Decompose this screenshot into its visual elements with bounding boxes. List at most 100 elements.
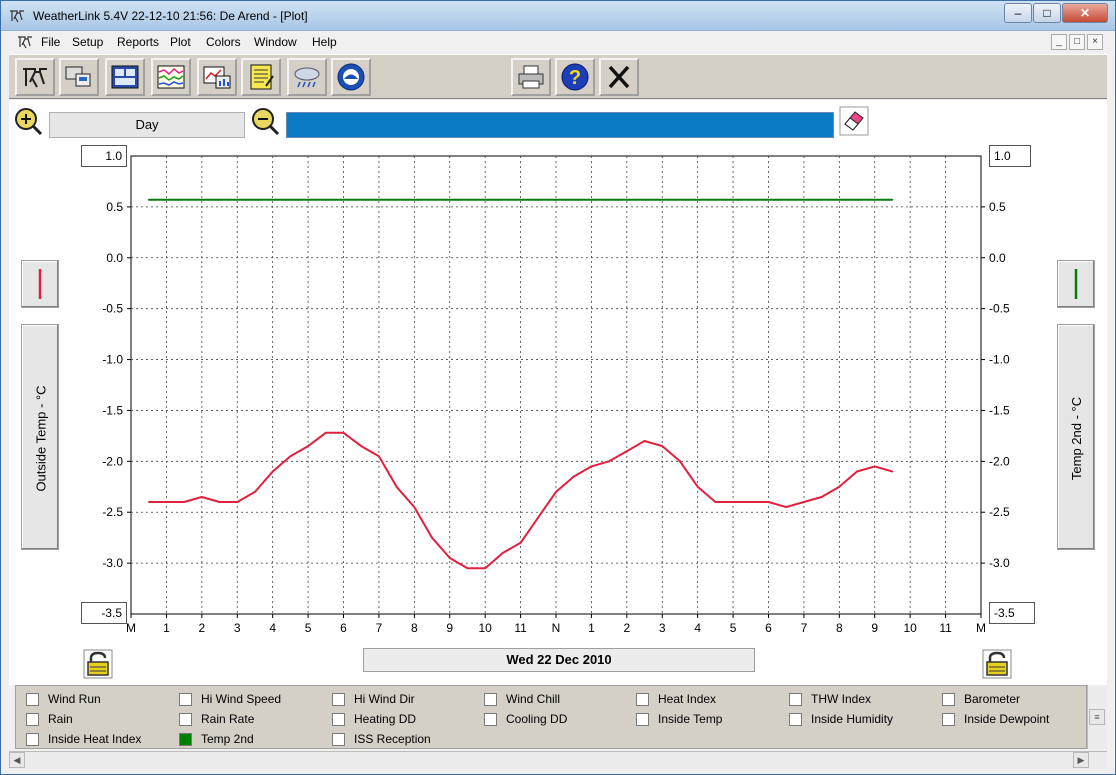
left-top-value-box[interactable]: 1.0 [81, 145, 127, 167]
print-button[interactable] [511, 58, 551, 96]
scroll-thumb[interactable]: ≡ [1089, 709, 1105, 725]
data-point-0-8 [289, 455, 292, 458]
legend-item-rain-rate[interactable]: Rain Rate [179, 710, 329, 728]
x-tick-label: 2 [623, 621, 630, 635]
y-tick-label-left: -2.0 [102, 454, 123, 468]
legend-item-wind-chill[interactable]: Wind Chill [484, 690, 634, 708]
weather-button[interactable] [287, 58, 327, 96]
legend-item-iss-reception[interactable]: ISS Reception [332, 730, 482, 748]
menu-reports[interactable]: Reports [117, 35, 159, 49]
legend-checkbox[interactable] [484, 693, 497, 706]
data-point-0-29 [661, 445, 664, 447]
x-tick-label: 10 [903, 621, 917, 635]
y-tick-label-left: -1.0 [102, 353, 123, 367]
station-status-button[interactable] [15, 58, 55, 96]
legend-label: Rain [48, 712, 73, 726]
strip-chart-button[interactable] [151, 58, 191, 96]
graph-button[interactable] [197, 58, 237, 96]
legend-checkbox[interactable] [942, 713, 955, 726]
legend-item-inside-temp[interactable]: Inside Temp [636, 710, 786, 728]
legend-item-temp-2nd[interactable]: Temp 2nd [179, 730, 329, 748]
legend-checkbox[interactable] [26, 733, 39, 746]
legend-checkbox[interactable] [26, 713, 39, 726]
legend-checkbox[interactable] [179, 693, 192, 706]
legend-checkbox[interactable] [789, 693, 802, 706]
mdi-close-button[interactable]: × [1087, 34, 1103, 50]
station-status-icon [23, 68, 47, 88]
legend-checkbox[interactable] [484, 713, 497, 726]
mdi-minimize-button[interactable]: _ [1051, 34, 1067, 50]
bulletin-button[interactable] [59, 58, 99, 96]
maximize-button[interactable]: □ [1033, 3, 1061, 23]
legend-checkbox[interactable] [942, 693, 955, 706]
noaa-report-button[interactable] [241, 58, 281, 96]
legend-item-thw-index[interactable]: THW Index [789, 690, 939, 708]
x-tick-label: 6 [765, 621, 772, 635]
right-top-value-box[interactable]: 1.0 [989, 145, 1031, 167]
mdi-restore-button[interactable]: □ [1069, 34, 1085, 50]
legend-item-wind-run[interactable]: Wind Run [26, 690, 176, 708]
legend-scrollbar[interactable]: ≡ [1087, 685, 1107, 749]
menu-file[interactable]: File [41, 35, 60, 49]
x-tick-label: 4 [269, 621, 276, 635]
x-tick-label: 4 [694, 621, 701, 635]
data-point-0-3 [201, 496, 203, 498]
legend-checkbox[interactable] [789, 713, 802, 726]
right-lock-icon[interactable] [982, 649, 1012, 679]
legend-label: Inside Temp [658, 712, 723, 726]
data-point-0-15 [413, 506, 416, 508]
scroll-right-icon[interactable]: ▶ [1073, 752, 1089, 768]
menu-setup[interactable]: Setup [72, 35, 103, 49]
menu-help[interactable]: Help [312, 35, 337, 49]
legend-item-cooling-dd[interactable]: Cooling DD [484, 710, 634, 728]
legend-checkbox[interactable] [332, 733, 345, 746]
minimize-button[interactable]: – [1004, 3, 1032, 23]
legend-item-heat-index[interactable]: Heat Index [636, 690, 786, 708]
legend-item-hi-wind-speed[interactable]: Hi Wind Speed [179, 690, 329, 708]
legend-checkbox[interactable] [636, 713, 649, 726]
data-point-0-10 [324, 432, 327, 434]
legend-checkbox[interactable] [179, 733, 192, 746]
left-bottom-value-box[interactable]: -3.5 [81, 602, 127, 624]
legend-item-inside-humidity[interactable]: Inside Humidity [789, 710, 939, 728]
help-button[interactable]: ? [555, 58, 595, 96]
data-point-0-36 [785, 506, 788, 508]
legend-label: ISS Reception [354, 732, 431, 746]
close-button[interactable]: ✕ [1062, 3, 1108, 23]
menu-window[interactable]: Window [254, 35, 297, 49]
legend-item-heating-dd[interactable]: Heating DD [332, 710, 482, 728]
title-bar[interactable]: WeatherLink 5.4V 22-12-10 21:56: De Aren… [1, 1, 1115, 31]
right-bottom-value-box[interactable]: -3.5 [989, 602, 1035, 624]
date-display[interactable]: Wed 22 Dec 2010 [363, 648, 755, 672]
data-point-0-1 [165, 501, 168, 503]
menu-colors[interactable]: Colors [206, 35, 241, 49]
legend-item-inside-heat-index[interactable]: Inside Heat Index [26, 730, 176, 748]
legend-item-inside-dewpoint[interactable]: Inside Dewpoint [942, 710, 1092, 728]
scroll-left-icon[interactable]: ◀ [9, 752, 25, 768]
exit-button[interactable] [599, 58, 639, 96]
legend-checkbox[interactable] [332, 713, 345, 726]
legend-item-rain[interactable]: Rain [26, 710, 176, 728]
legend-item-hi-wind-dir[interactable]: Hi Wind Dir [332, 690, 482, 708]
legend-item-barometer[interactable]: Barometer [942, 690, 1092, 708]
legend-label: THW Index [811, 692, 872, 706]
left-lock-icon[interactable] [83, 649, 113, 679]
summary-button[interactable] [105, 58, 145, 96]
horizontal-scrollbar[interactable]: ◀ ▶ [9, 751, 1107, 769]
strip-chart-icon [157, 65, 185, 89]
help-icon: ? [561, 63, 589, 91]
y-tick-label-right: 0.0 [989, 251, 1006, 265]
x-tick-label: M [126, 621, 136, 635]
x-tick-label: 9 [871, 621, 878, 635]
data-point-0-13 [378, 455, 380, 458]
x-tick-label: 7 [376, 621, 383, 635]
mdi-app-icon[interactable] [17, 35, 33, 49]
legend-checkbox[interactable] [26, 693, 39, 706]
legend-checkbox[interactable] [636, 693, 649, 706]
noaa-button[interactable] [331, 58, 371, 96]
y-tick-label-right: 0.5 [989, 200, 1006, 214]
data-point-0-9 [307, 445, 309, 447]
menu-plot[interactable]: Plot [170, 35, 191, 49]
legend-checkbox[interactable] [179, 713, 192, 726]
legend-checkbox[interactable] [332, 693, 345, 706]
